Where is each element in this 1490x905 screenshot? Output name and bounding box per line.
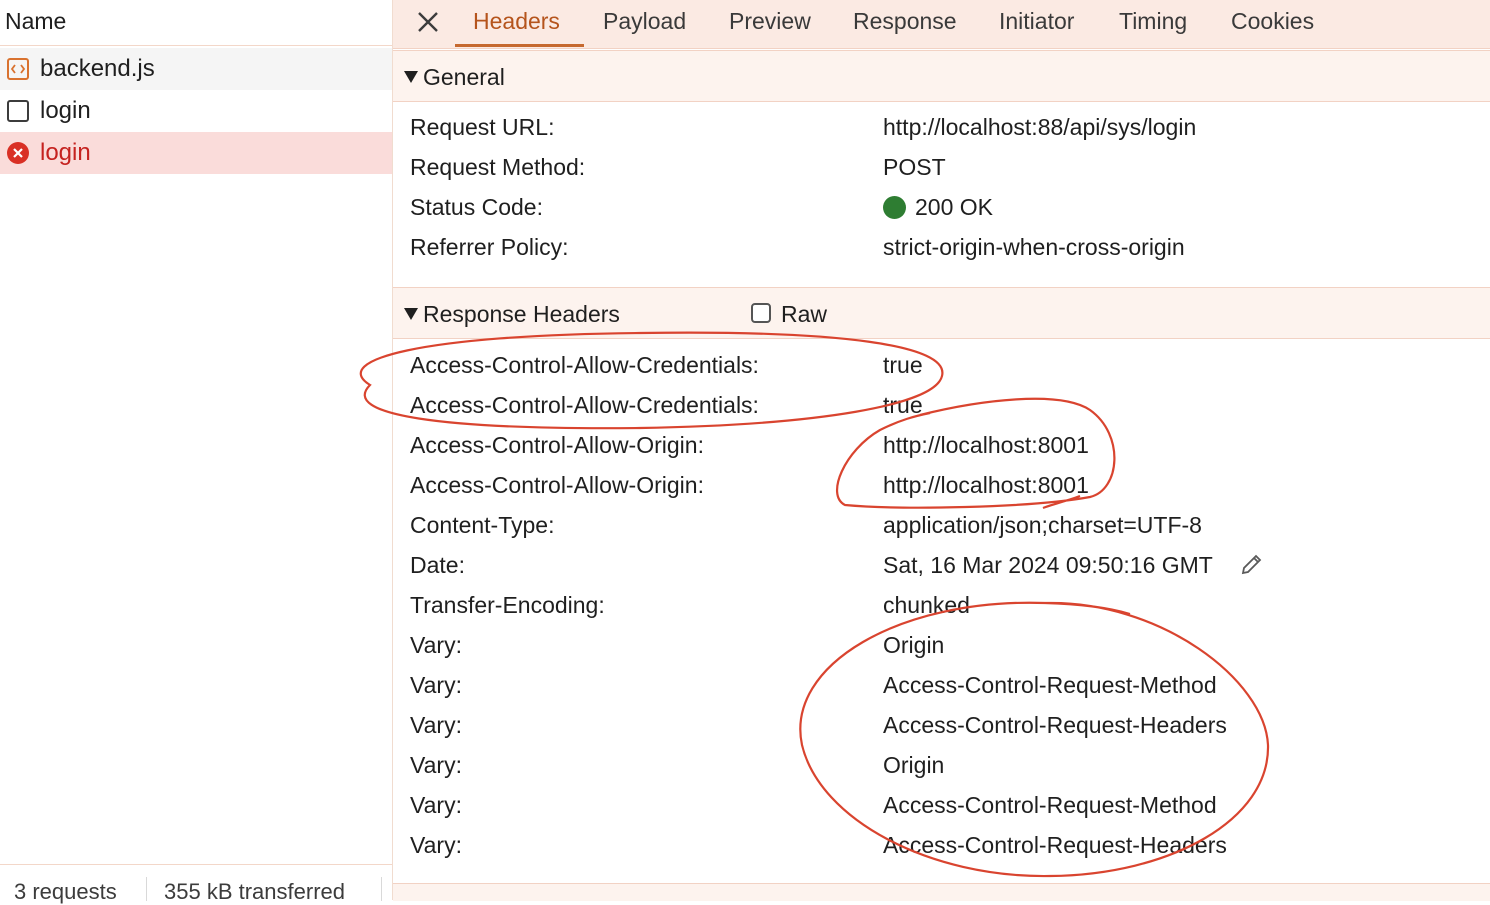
general-row: Request Method: POST — [393, 147, 1490, 187]
response-header-row: Access-Control-Allow-Credentials: true — [393, 345, 1490, 385]
response-header-row: Content-Type: application/json;charset=UT… — [393, 505, 1490, 545]
header-key: Request Method: — [410, 154, 586, 180]
request-item-label: login — [40, 97, 91, 124]
header-value[interactable]: Access-Control-Request-Headers — [883, 705, 1227, 745]
response-header-row: Vary: Access-Control-Request-Headers — [393, 705, 1490, 745]
header-value[interactable]: application/json;charset=UTF-8 — [883, 505, 1202, 545]
response-header-row: Transfer-Encoding: chunked — [393, 585, 1490, 625]
response-header-row: Access-Control-Allow-Origin: http://local… — [393, 465, 1490, 505]
collapse-triangle-icon — [404, 71, 418, 83]
tab-initiator[interactable]: Initiator — [999, 0, 1074, 46]
header-value[interactable]: Origin — [883, 745, 944, 785]
header-value[interactable]: strict-origin-when-cross-origin — [883, 227, 1185, 267]
header-value[interactable]: Sat, 16 Mar 2024 09:50:16 GMT — [883, 545, 1213, 585]
section-title: General — [423, 64, 505, 90]
header-key: Content-Type: — [410, 512, 555, 538]
response-header-row: Vary: Access-Control-Request-Method — [393, 665, 1490, 705]
request-details-panel: Headers Payload Preview Response Initiat… — [393, 0, 1490, 901]
header-value[interactable]: Access-Control-Request-Method — [883, 665, 1217, 705]
header-value[interactable]: http://localhost:8001 — [883, 425, 1089, 465]
header-key: Vary: — [410, 752, 462, 778]
response-header-row: Vary: Access-Control-Request-Headers — [393, 825, 1490, 865]
response-header-row: Vary: Access-Control-Request-Method — [393, 785, 1490, 825]
name-column-header[interactable]: Name — [0, 0, 392, 46]
details-tab-bar: Headers Payload Preview Response Initiat… — [393, 0, 1490, 49]
collapse-triangle-icon — [404, 308, 418, 320]
header-key: Date: — [410, 552, 465, 578]
pencil-edit-icon[interactable] — [1238, 552, 1264, 578]
header-key: Status Code: — [410, 194, 543, 220]
raw-checkbox[interactable] — [751, 303, 771, 323]
request-item-backend-js[interactable]: backend.js — [0, 48, 392, 90]
raw-label[interactable]: Raw — [781, 288, 827, 340]
response-header-row: Access-Control-Allow-Origin: http://local… — [393, 425, 1490, 465]
header-value[interactable]: http://localhost:8001 — [883, 465, 1089, 505]
general-section-header[interactable]: General — [393, 50, 1490, 102]
tab-headers[interactable]: Headers — [473, 0, 560, 46]
checkbox-icon — [7, 100, 29, 122]
header-value[interactable]: Access-Control-Request-Headers — [883, 825, 1227, 865]
header-key: Vary: — [410, 792, 462, 818]
header-value[interactable]: Origin — [883, 625, 944, 665]
header-key: Access-Control-Allow-Origin: — [410, 472, 704, 498]
response-header-row: Vary: Origin — [393, 625, 1490, 665]
header-key: Request URL: — [410, 114, 555, 140]
header-key: Referrer Policy: — [410, 234, 569, 260]
header-key: Vary: — [410, 832, 462, 858]
status-value[interactable]: 200 OK — [883, 187, 993, 227]
header-key: Access-Control-Allow-Credentials: — [410, 392, 759, 418]
header-value[interactable]: chunked — [883, 585, 970, 625]
request-list-panel: Name backend.js login login 3 requests 3… — [0, 0, 393, 904]
header-key: Vary: — [410, 632, 462, 658]
header-key: Transfer-Encoding: — [410, 592, 605, 618]
general-row: Referrer Policy: strict-origin-when-cros… — [393, 227, 1490, 267]
active-tab-indicator — [455, 44, 584, 47]
tab-timing[interactable]: Timing — [1119, 0, 1187, 46]
request-item-login-failed[interactable]: login — [0, 132, 392, 174]
close-icon[interactable] — [415, 9, 441, 35]
header-key: Vary: — [410, 712, 462, 738]
tab-preview[interactable]: Preview — [729, 0, 811, 46]
header-key: Access-Control-Allow-Credentials: — [410, 352, 759, 378]
response-header-row: Date: Sat, 16 Mar 2024 09:50:16 GMT — [393, 545, 1490, 585]
header-value[interactable]: true — [883, 345, 923, 385]
response-header-row: Vary: Origin — [393, 745, 1490, 785]
header-value[interactable]: http://localhost:88/api/sys/login — [883, 107, 1196, 147]
header-key: Access-Control-Allow-Origin: — [410, 432, 704, 458]
header-value[interactable]: Access-Control-Request-Method — [883, 785, 1217, 825]
general-row: Status Code: 200 OK — [393, 187, 1490, 227]
script-file-icon — [7, 58, 29, 80]
response-header-row: Access-Control-Allow-Credentials: true — [393, 385, 1490, 425]
tab-payload[interactable]: Payload — [603, 0, 686, 46]
request-item-login[interactable]: login — [0, 90, 392, 132]
transferred-size: 355 kB transferred — [164, 879, 345, 904]
header-value[interactable]: true — [883, 385, 923, 425]
status-footer: 3 requests 355 kB transferred — [0, 864, 392, 904]
header-key: Vary: — [410, 672, 462, 698]
section-title: Response Headers — [423, 301, 620, 327]
request-item-label: login — [40, 139, 91, 166]
error-icon — [7, 142, 29, 164]
request-headers-section-header[interactable] — [393, 883, 1490, 901]
status-ok-icon — [883, 196, 906, 219]
general-row: Request URL: http://localhost:88/api/sys… — [393, 107, 1490, 147]
header-value[interactable]: POST — [883, 147, 946, 187]
requests-count: 3 requests — [14, 879, 117, 904]
response-headers-section-header[interactable]: Response Headers Raw — [393, 287, 1490, 339]
tab-response[interactable]: Response — [853, 0, 957, 46]
status-text: 200 OK — [915, 194, 993, 220]
request-item-label: backend.js — [40, 55, 155, 82]
tab-cookies[interactable]: Cookies — [1231, 0, 1314, 46]
